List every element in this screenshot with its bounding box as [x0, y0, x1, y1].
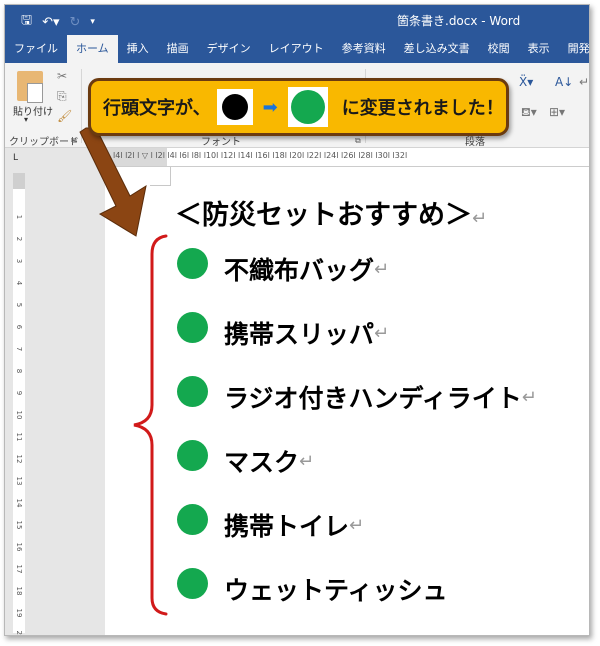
black-circle-icon: [221, 94, 248, 120]
callout-text-before: 行頭文字が、: [103, 98, 211, 119]
callout-pointer-arrow: [79, 127, 147, 237]
callout-text-after: に変更されました！: [341, 98, 504, 119]
red-brace: [133, 234, 168, 616]
callout-banner: 行頭文字が、 ➡ に変更されました！: [88, 78, 509, 136]
new-bullet-sample: [287, 87, 328, 127]
green-circle-icon: [290, 90, 325, 124]
old-bullet-sample: [216, 89, 253, 125]
right-arrow-icon: ➡: [262, 96, 278, 118]
